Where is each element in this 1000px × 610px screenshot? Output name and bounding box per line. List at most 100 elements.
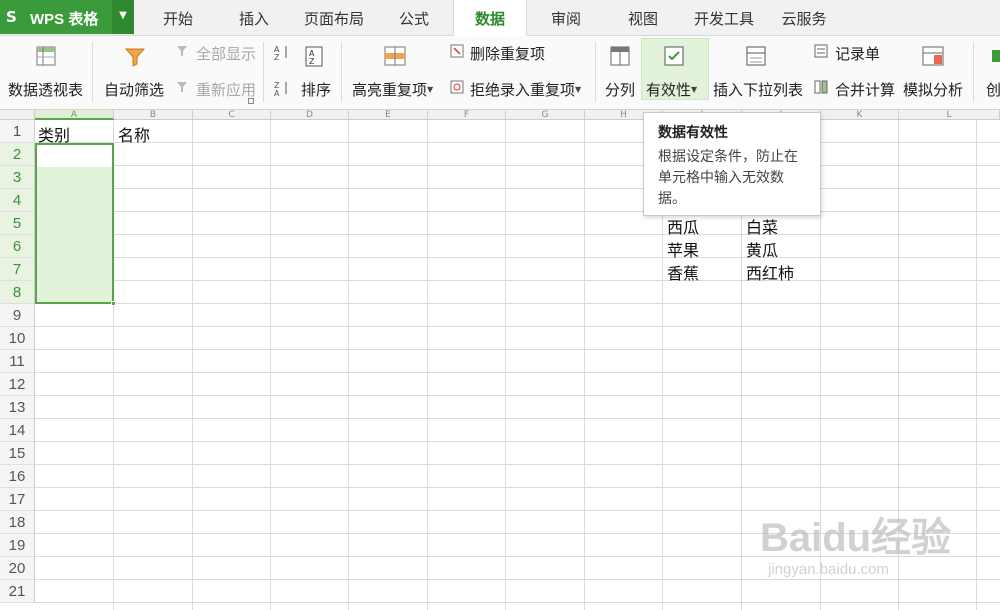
fill-handle[interactable] — [111, 301, 116, 306]
reapply-button[interactable]: 重新应用 — [196, 79, 256, 100]
row-header-8[interactable]: 8 — [0, 281, 35, 304]
tooltip-description: 根据设定条件，防止在单元格中输入无效数据。 — [658, 149, 798, 207]
tab-insert[interactable]: 插入 — [218, 0, 290, 36]
autofilter-button[interactable]: 自动筛选 — [104, 79, 164, 100]
what-if-analysis-icon — [922, 46, 944, 66]
dropdown-list-icon — [746, 46, 766, 66]
data-validation-button[interactable]: 有效性▼ — [646, 79, 697, 100]
tab-review[interactable]: 审阅 — [533, 0, 599, 36]
cell-j6[interactable]: 黄瓜 — [746, 237, 778, 261]
row-header-17[interactable]: 17 — [0, 488, 35, 511]
sort-ascending-icon[interactable]: A Z — [274, 44, 290, 60]
consolidate-button[interactable]: 合并计算 — [835, 79, 895, 100]
watermark-brand: Baidu经验 — [760, 516, 952, 560]
row-header-18[interactable]: 18 — [0, 511, 35, 534]
row-header-9[interactable]: 9 — [0, 304, 35, 327]
column-header-b[interactable]: B — [114, 110, 193, 120]
gridline — [192, 120, 193, 610]
menu-tab-bar: S WPS 表格 ▼ 开始 插入 页面布局 公式 数据 审阅 视图 开发工具 云… — [0, 0, 1000, 37]
caret-down-icon: ▼ — [427, 85, 434, 94]
row-header-4[interactable]: 4 — [0, 189, 35, 212]
row-header-15[interactable]: 15 — [0, 442, 35, 465]
tab-view[interactable]: 视图 — [610, 0, 676, 36]
sort-icon: A Z — [305, 46, 323, 67]
active-cell[interactable] — [37, 145, 112, 167]
chevron-down-icon[interactable]: ▼ — [112, 0, 134, 34]
filter-small-icon — [177, 46, 187, 56]
row-header-11[interactable]: 11 — [0, 350, 35, 373]
filter-icon — [124, 48, 146, 67]
cell-j7[interactable]: 西红柿 — [746, 260, 794, 284]
cell-i6[interactable]: 苹果 — [667, 237, 699, 261]
delete-duplicates-button[interactable]: 删除重复项 — [470, 43, 545, 64]
selected-range[interactable] — [35, 143, 116, 306]
cell-b1[interactable]: 名称 — [118, 122, 150, 146]
column-header-d[interactable]: D — [271, 110, 349, 120]
row-header-19[interactable]: 19 — [0, 534, 35, 557]
row-header-1[interactable]: 1 — [0, 120, 35, 143]
column-header-e[interactable]: E — [349, 110, 428, 120]
tab-start[interactable]: 开始 — [142, 0, 214, 36]
data-validation-tooltip: 数据有效性 根据设定条件，防止在单元格中输入无效数据。 — [643, 112, 821, 216]
tab-page-layout[interactable]: 页面布局 — [294, 0, 374, 36]
text-to-columns-icon — [610, 46, 630, 66]
row-header-10[interactable]: 10 — [0, 327, 35, 350]
row-header-3[interactable]: 3 — [0, 166, 35, 189]
tab-data[interactable]: 数据 — [453, 0, 527, 37]
cell-i5[interactable]: 西瓜 — [667, 214, 699, 238]
ribbon-divider — [973, 42, 974, 102]
app-menu-button[interactable]: S WPS 表格 ▼ — [0, 0, 134, 34]
column-header-a[interactable]: A — [35, 110, 114, 120]
cell-j5[interactable]: 白菜 — [746, 214, 778, 238]
ribbon-divider — [263, 42, 264, 102]
gridline — [505, 120, 506, 610]
column-header-k[interactable]: K — [821, 110, 899, 120]
consolidate-icon — [814, 80, 828, 94]
row-header-13[interactable]: 13 — [0, 396, 35, 419]
cell-a1[interactable]: 类别 — [38, 122, 70, 146]
sort-button[interactable]: 排序 — [301, 79, 331, 100]
spreadsheet-window: S WPS 表格 ▼ 开始 插入 页面布局 公式 数据 审阅 视图 开发工具 云… — [0, 0, 1000, 610]
data-ribbon: 数据透视表 自动筛选 全部显示 重新应用 A Z A Z Z A 排序 高亮重复… — [0, 36, 1000, 110]
wps-logo-icon: S — [6, 8, 17, 26]
cell-i7[interactable]: 香蕉 — [667, 260, 699, 284]
row-header-2[interactable]: 2 — [0, 143, 35, 166]
column-header-f[interactable]: F — [428, 110, 506, 120]
caret-down-icon: ▼ — [691, 85, 698, 94]
create-group-button[interactable]: 创 — [986, 79, 1000, 100]
tab-cloud[interactable]: 云服务 — [770, 0, 838, 36]
record-form-icon — [814, 44, 828, 58]
tab-formula[interactable]: 公式 — [380, 0, 448, 36]
row-header-21[interactable]: 21 — [0, 580, 35, 603]
row-header-16[interactable]: 16 — [0, 465, 35, 488]
gridline — [427, 120, 428, 610]
row-header-12[interactable]: 12 — [0, 373, 35, 396]
row-header-20[interactable]: 20 — [0, 557, 35, 580]
reject-duplicates-label: 拒绝录入重复项 — [470, 81, 576, 99]
what-if-analysis-button[interactable]: 模拟分析 — [903, 79, 963, 100]
insert-dropdown-list-button[interactable]: 插入下拉列表 — [713, 79, 803, 100]
highlight-duplicates-button[interactable]: 高亮重复项▼ — [352, 79, 433, 100]
record-form-button[interactable]: 记录单 — [835, 43, 880, 64]
pivot-table-button[interactable]: 数据透视表 — [8, 79, 83, 100]
svg-text:A: A — [274, 89, 280, 96]
dialog-launcher-icon[interactable] — [248, 98, 254, 104]
row-header-7[interactable]: 7 — [0, 258, 35, 281]
ribbon-divider — [341, 42, 342, 102]
gridline — [348, 120, 349, 610]
column-header-g[interactable]: G — [506, 110, 585, 120]
show-all-button[interactable]: 全部显示 — [196, 43, 256, 64]
row-header-6[interactable]: 6 — [0, 235, 35, 258]
delete-duplicates-icon — [450, 44, 464, 58]
column-header-c[interactable]: C — [193, 110, 271, 120]
row-header-5[interactable]: 5 — [0, 212, 35, 235]
reject-duplicates-button[interactable]: 拒绝录入重复项▼ — [470, 79, 581, 100]
tooltip-title: 数据有效性 — [658, 125, 728, 141]
tab-developer[interactable]: 开发工具 — [684, 0, 764, 36]
select-all-corner[interactable] — [0, 110, 35, 120]
row-header-14[interactable]: 14 — [0, 419, 35, 442]
reapply-filter-icon — [177, 82, 187, 92]
sort-descending-icon[interactable]: Z A — [274, 80, 290, 96]
column-header-l[interactable]: L — [899, 110, 1000, 120]
text-to-columns-button[interactable]: 分列 — [605, 79, 635, 100]
